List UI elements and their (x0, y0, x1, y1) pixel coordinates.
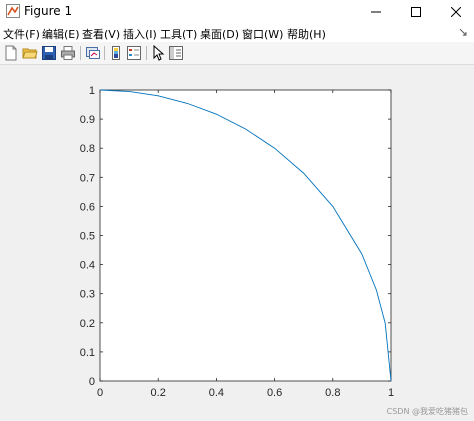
y-tick-label: 0.3 (80, 289, 95, 301)
watermark: CSDN @我爱吃猪猪包 (386, 407, 468, 416)
menu-file[interactable]: 文件(F) (3, 26, 40, 42)
new-figure-icon[interactable] (3, 45, 19, 61)
matlab-figure-icon (6, 4, 20, 18)
y-tick-label: 0.7 (80, 172, 95, 184)
minimize-button[interactable] (356, 0, 396, 24)
toolbar-separator (80, 46, 81, 60)
x-tick-label: 0.2 (151, 387, 166, 399)
x-tick-label: 1 (388, 387, 394, 399)
line-plot: 0 0.2 0.4 0.6 0.8 1 0 0.1 0.2 0.3 0.4 0.5 0.6 0.7 0.8 0… (80, 85, 394, 399)
link-plot-icon[interactable] (85, 45, 101, 61)
toolbar-separator (146, 46, 147, 60)
property-inspector-icon[interactable] (168, 45, 184, 61)
figure-toolbar (0, 42, 474, 65)
open-file-icon[interactable] (22, 45, 38, 61)
x-tick-label: 0 (97, 387, 103, 399)
menu-bar: 文件(F) 编辑(E) 查看(V) 插入(I) 工具(T) 桌面(D) 窗口(W… (0, 24, 474, 42)
menu-help[interactable]: 帮助(H) (287, 26, 326, 42)
y-tick-label: 1 (89, 85, 95, 97)
menu-insert[interactable]: 插入(I) (123, 26, 157, 42)
y-tick-label: 0.4 (80, 260, 95, 272)
edit-plot-arrow-icon[interactable] (150, 45, 166, 61)
toolbar-separator (104, 46, 105, 60)
y-tick-label: 0.2 (80, 318, 95, 330)
x-tick-label: 0.8 (325, 387, 340, 399)
title-bar: Figure 1 (0, 0, 474, 24)
insert-colorbar-icon[interactable] (108, 45, 124, 61)
menu-overflow-arrow-icon[interactable]: ↘ (458, 25, 468, 39)
y-tick-label: 0.1 (80, 347, 95, 359)
y-tick-label: 0.6 (80, 201, 95, 213)
y-tick-label: 0.9 (80, 114, 95, 126)
window-title: Figure 1 (24, 4, 73, 18)
maximize-icon (411, 7, 421, 17)
menu-desktop[interactable]: 桌面(D) (200, 26, 239, 42)
close-icon (451, 7, 461, 17)
minimize-icon (371, 11, 381, 13)
y-tick-label: 0.5 (80, 231, 95, 243)
maximize-button[interactable] (396, 0, 436, 24)
y-tick-label: 0.8 (80, 143, 95, 155)
menu-view[interactable]: 查看(V) (82, 26, 120, 42)
insert-legend-icon[interactable] (126, 45, 142, 61)
save-icon[interactable] (41, 45, 57, 61)
axes-box (99, 89, 392, 382)
close-button[interactable] (436, 0, 474, 24)
menu-edit[interactable]: 编辑(E) (42, 26, 80, 42)
menu-tools[interactable]: 工具(T) (160, 26, 197, 42)
y-tick-label: 0 (89, 376, 95, 388)
x-tick-label: 0.4 (209, 387, 224, 399)
print-icon[interactable] (60, 45, 76, 61)
figure-canvas: 0 0.2 0.4 0.6 0.8 1 0 0.1 0.2 0.3 0.4 0.5 0.6 0.7 0.8 0… (0, 65, 474, 421)
x-tick-label: 0.6 (267, 387, 282, 399)
menu-window[interactable]: 窗口(W) (242, 26, 283, 42)
